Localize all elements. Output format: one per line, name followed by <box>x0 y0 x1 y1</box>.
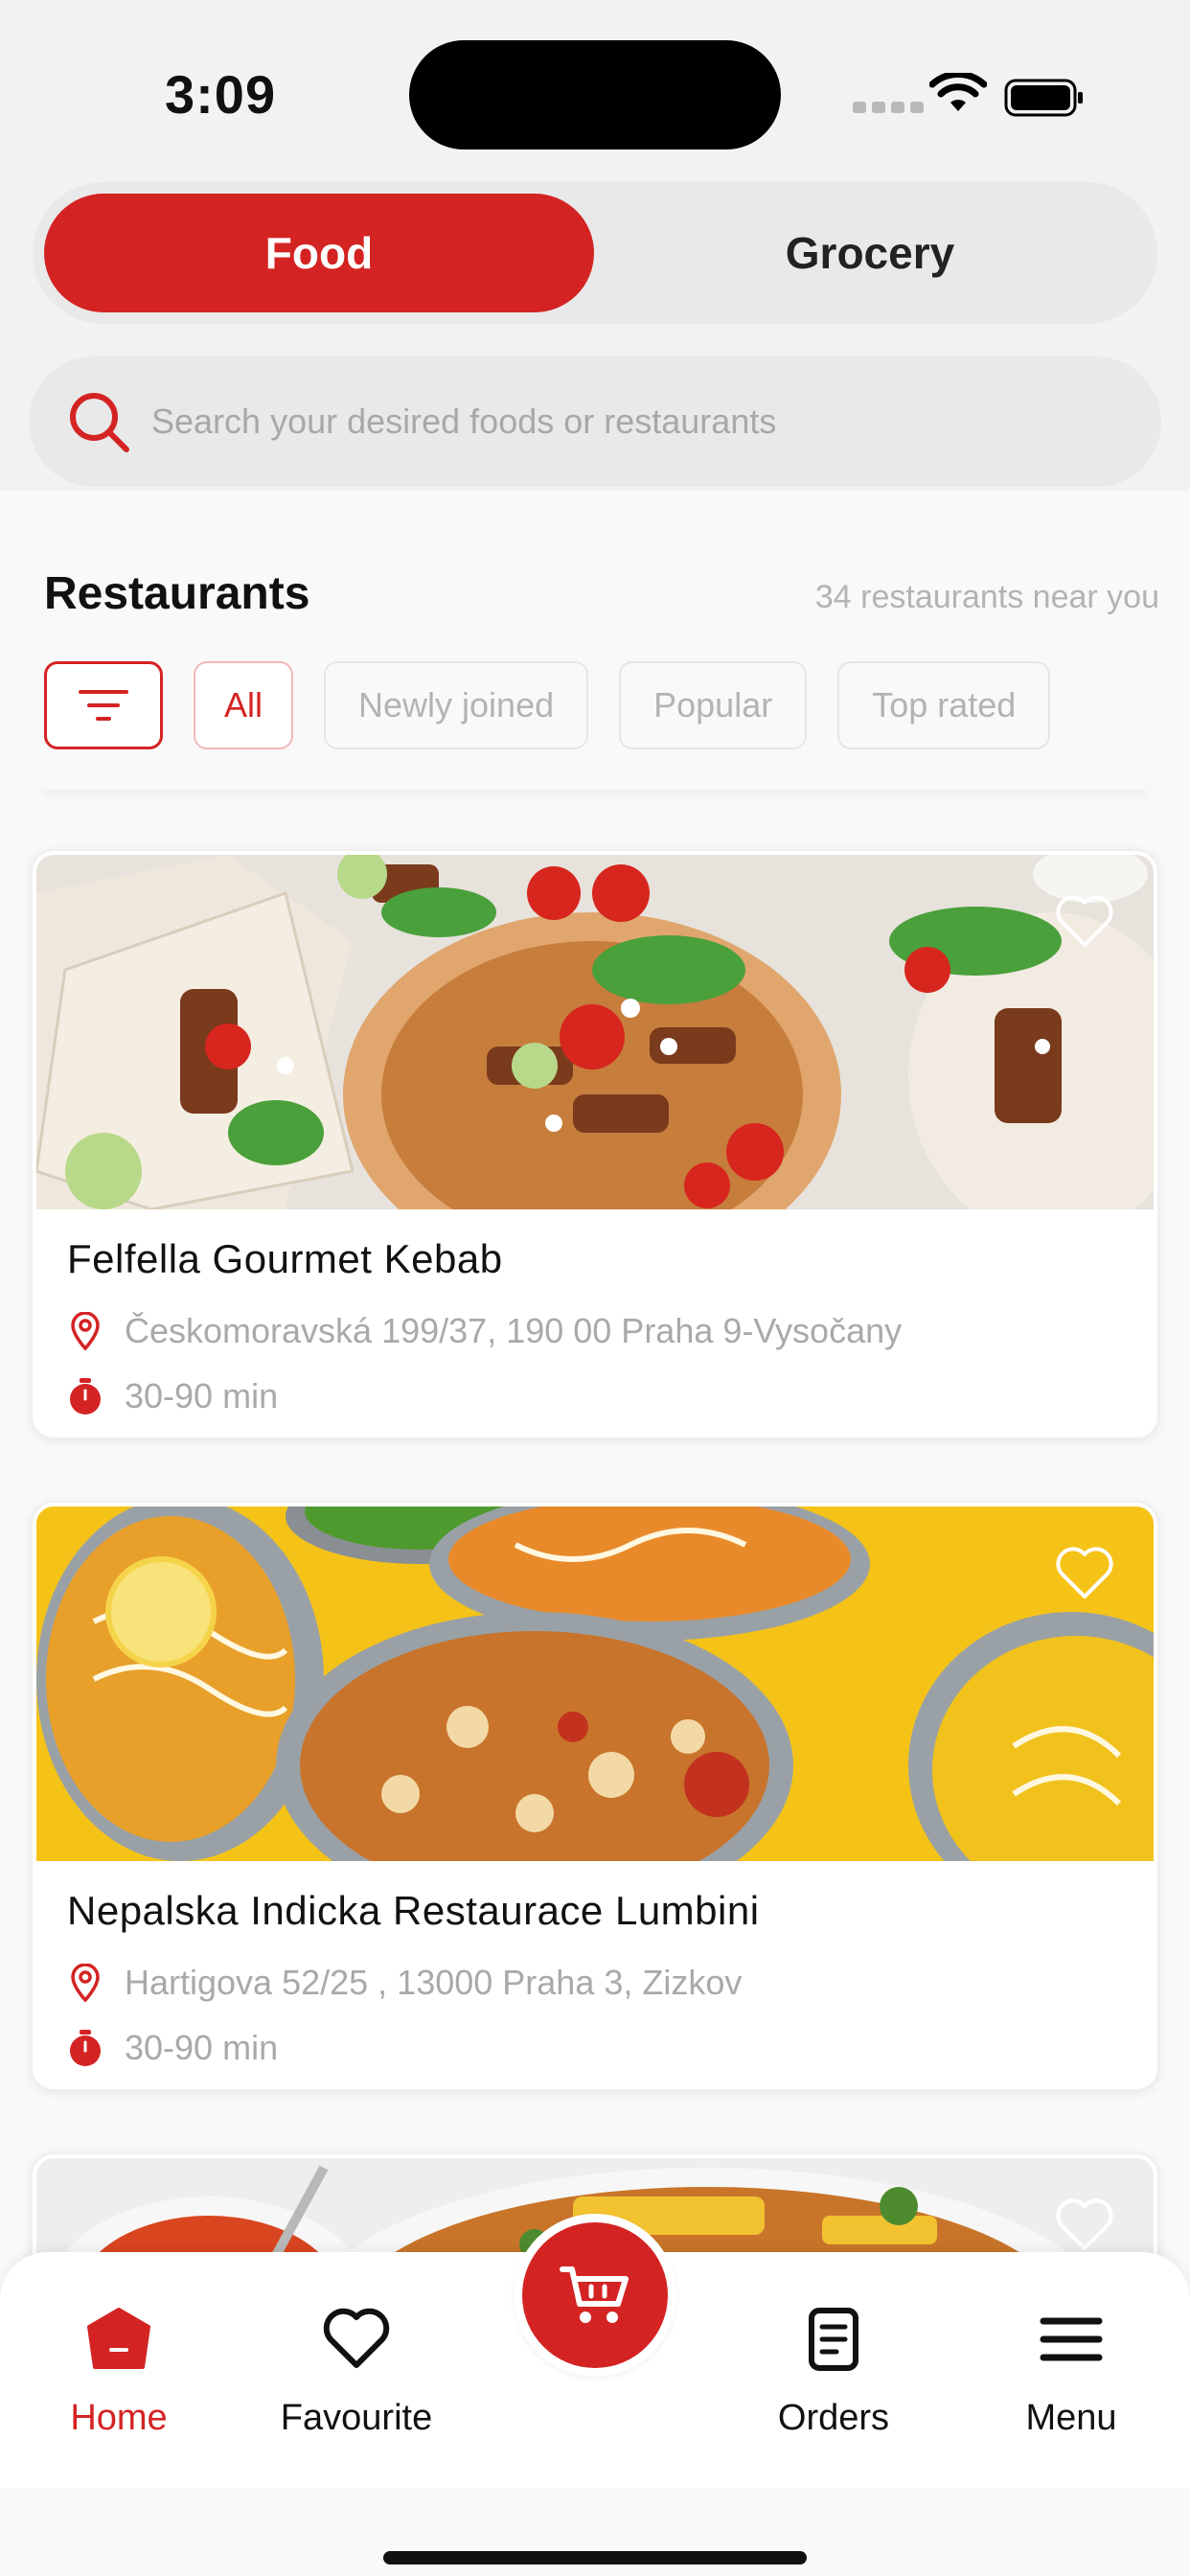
section-title: Restaurants <box>44 568 310 619</box>
wifi-icon <box>929 73 987 111</box>
restaurant-image <box>36 1506 1154 1861</box>
restaurant-time-row: 30-90 min <box>67 1376 278 1416</box>
search-area <box>0 347 1190 491</box>
location-pin-icon <box>71 1312 100 1350</box>
restaurant-card[interactable]: Felfella Gourmet Kebab Českomoravská 199… <box>31 849 1159 1439</box>
restaurant-address: Českomoravská 199/37, 190 00 Praha 9-Vys… <box>125 1311 903 1350</box>
nav-favourite[interactable]: Favourite <box>261 2306 452 2439</box>
cart-icon <box>560 2266 629 2323</box>
tab-grocery[interactable]: Grocery <box>594 194 1146 312</box>
orders-list-icon <box>809 2308 858 2371</box>
favourite-heart-icon[interactable] <box>1054 893 1115 949</box>
search-input[interactable] <box>151 402 1071 442</box>
chip-top-rated[interactable]: Top rated <box>837 661 1051 749</box>
tab-food[interactable]: Food <box>44 194 594 312</box>
restaurant-image <box>36 855 1154 1209</box>
heart-icon <box>323 2308 390 2368</box>
home-indicator[interactable] <box>383 2551 807 2564</box>
nav-menu-label: Menu <box>1025 2398 1117 2438</box>
bottom-navigation: Home Favourite Orders Menu <box>0 2214 1190 2488</box>
location-pin-icon <box>71 1964 100 2002</box>
chip-popular[interactable]: Popular <box>619 661 808 749</box>
nav-orders-label: Orders <box>777 2398 890 2438</box>
chip-newly-joined[interactable]: Newly joined <box>324 661 589 749</box>
favourite-heart-icon[interactable] <box>1054 1545 1115 1600</box>
restaurant-address-row: Českomoravská 199/37, 190 00 Praha 9-Vys… <box>67 1311 902 1351</box>
restaurant-name: Nepalska Indicka Restaurace Lumbini <box>67 1888 760 1933</box>
cart-button[interactable] <box>514 2214 676 2377</box>
chip-all[interactable]: All <box>194 661 294 749</box>
restaurant-address: Hartigova 52/25 , 13000 Praha 3, Zizkov <box>125 1963 743 2002</box>
status-time: 3:09 <box>165 64 277 125</box>
nav-home-label: Home <box>70 2398 168 2438</box>
nav-home[interactable]: Home <box>23 2306 215 2439</box>
stopwatch-icon <box>70 1378 101 1414</box>
restaurant-name: Felfella Gourmet Kebab <box>67 1236 503 1281</box>
search-bar[interactable] <box>29 356 1161 487</box>
favourite-heart-icon[interactable] <box>1054 2196 1115 2252</box>
filter-icon <box>79 690 128 721</box>
cellular-signal-icon <box>853 102 924 113</box>
restaurant-time-row: 30-90 min <box>67 2028 278 2068</box>
cart-button-inner <box>522 2222 668 2368</box>
stopwatch-icon <box>70 2030 101 2066</box>
filter-bar: All Newly joined Popular Top rated <box>44 661 1051 749</box>
status-bar: 3:09 <box>0 0 1190 182</box>
food-grocery-toggle: Food Grocery <box>33 182 1157 324</box>
delivery-time: 30-90 min <box>125 2028 279 2067</box>
battery-icon <box>1004 79 1083 117</box>
nav-orders[interactable]: Orders <box>738 2306 929 2439</box>
hamburger-menu-icon <box>1040 2317 1103 2361</box>
dynamic-island <box>409 40 781 150</box>
nav-favourite-label: Favourite <box>280 2398 433 2438</box>
filter-button[interactable] <box>44 661 163 749</box>
filter-divider <box>44 778 1146 790</box>
nav-menu[interactable]: Menu <box>975 2306 1167 2439</box>
restaurant-card[interactable]: Nepalska Indicka Restaurace Lumbini Hart… <box>31 1501 1159 2091</box>
restaurant-address-row: Hartigova 52/25 , 13000 Praha 3, Zizkov <box>67 1963 742 2003</box>
delivery-time: 30-90 min <box>125 1376 279 1415</box>
top-area: Food Grocery <box>0 182 1190 347</box>
home-icon <box>87 2308 150 2369</box>
search-icon <box>70 393 129 452</box>
restaurant-count: 34 restaurants near you <box>814 579 1159 615</box>
